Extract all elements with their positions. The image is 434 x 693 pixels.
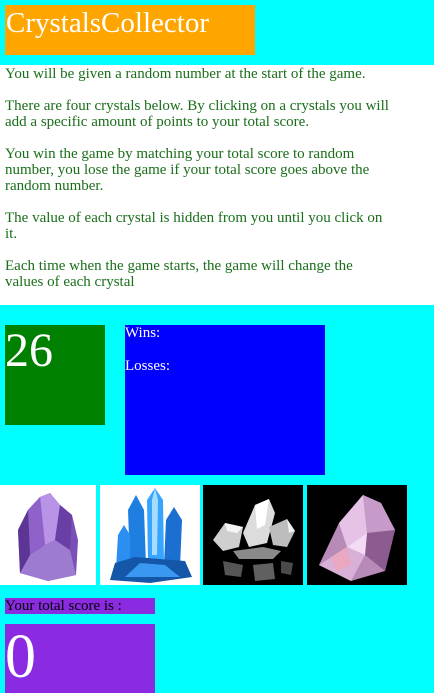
- crystal-button-1[interactable]: [0, 485, 96, 585]
- instruction-text: You will be given a random number at the…: [5, 66, 366, 82]
- blue-crystal-icon: [100, 485, 200, 585]
- losses-label: Losses:: [125, 358, 170, 374]
- amethyst-crystal-icon: [0, 485, 96, 585]
- pink-quartz-crystal-icon: [307, 485, 407, 585]
- random-number-display: 26: [5, 325, 105, 425]
- instructions-panel: You will be given a random number at the…: [0, 65, 434, 305]
- total-score-display: 0: [5, 624, 155, 693]
- clear-quartz-crystal-icon: [203, 485, 303, 585]
- stats-panel: Wins: Losses:: [125, 325, 325, 475]
- crystal-button-4[interactable]: [307, 485, 407, 585]
- instruction-text: You win the game by matching your total …: [5, 146, 370, 194]
- total-score-label: Your total score is :: [5, 598, 155, 614]
- game-title: CrystalsCollector: [5, 5, 255, 55]
- wins-label: Wins:: [125, 325, 161, 341]
- instruction-text: The value of each crystal is hidden from…: [5, 210, 383, 242]
- instruction-text: Each time when the game starts, the game…: [5, 258, 353, 290]
- crystal-button-2[interactable]: [100, 485, 200, 585]
- instruction-text: There are four crystals below. By clicki…: [5, 98, 389, 130]
- crystal-button-3[interactable]: [203, 485, 303, 585]
